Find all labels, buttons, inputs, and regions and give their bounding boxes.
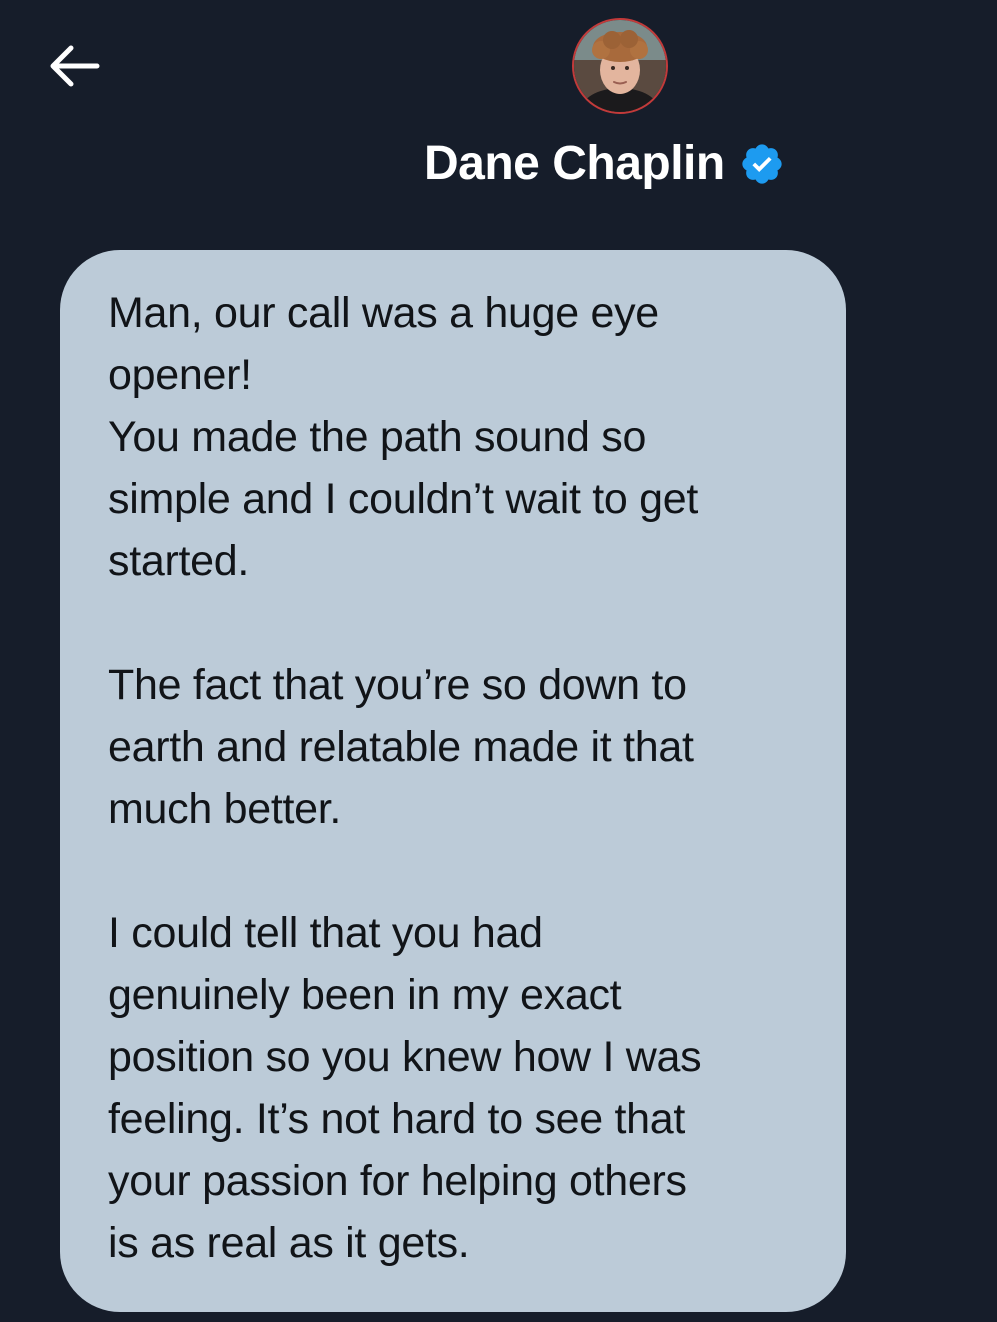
back-button[interactable] xyxy=(38,36,108,96)
message-text: Man, our call was a huge eye opener! You… xyxy=(108,289,699,585)
message-text: I could tell that you had genuinely been… xyxy=(108,909,702,1267)
arrow-left-icon xyxy=(50,45,100,87)
verified-badge-icon xyxy=(742,144,782,184)
message-bubble[interactable]: Man, our call was a huge eye opener! You… xyxy=(60,250,846,1312)
avatar-image xyxy=(574,20,666,112)
message-text: The fact that you’re so down to earth an… xyxy=(108,661,694,833)
display-name: Dane Chaplin xyxy=(424,137,725,190)
conversation-header[interactable]: Dane Chaplin xyxy=(424,134,785,194)
avatar[interactable] xyxy=(572,18,668,114)
